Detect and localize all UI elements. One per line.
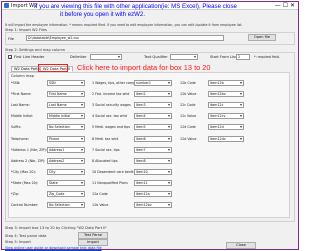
map-select[interactable]: First Name bbox=[47, 91, 85, 98]
map-select[interactable]: item8 bbox=[134, 157, 172, 164]
map-select[interactable]: item7 bbox=[134, 146, 172, 153]
import-w2-window: Import W2 — ☐ ✕ It will import the emplo… bbox=[1, 1, 299, 250]
annotation-tab-highlight bbox=[38, 64, 68, 72]
step4-label: Step 4: Test parse data bbox=[5, 234, 47, 238]
map-label: 12c Code bbox=[180, 103, 196, 108]
delimiter-select[interactable] bbox=[90, 54, 122, 60]
map-label: Last Name: bbox=[11, 103, 30, 108]
file-label: File bbox=[8, 37, 15, 41]
map-label: 8 Allocated tips bbox=[92, 158, 118, 163]
map-select[interactable]: item5 bbox=[134, 124, 172, 131]
map-label: 12d Value bbox=[180, 136, 197, 141]
map-select[interactable]: Address1 bbox=[47, 146, 85, 153]
map-label: 11 Nonqualified Plans bbox=[92, 180, 128, 185]
info-text: It will import the employee information.… bbox=[5, 23, 243, 27]
map-select[interactable]: item11 bbox=[134, 179, 172, 186]
map-select[interactable]: SSN bbox=[47, 80, 85, 86]
map-select[interactable]: item12bv bbox=[134, 202, 172, 209]
map-select[interactable]: Middle Initial bbox=[47, 113, 85, 120]
map-label: Telephone: bbox=[11, 136, 29, 141]
map-select[interactable]: item12cv bbox=[208, 113, 244, 120]
map-label: 5 Medi. wages and tips bbox=[92, 125, 130, 130]
map-select[interactable]: item6 bbox=[134, 135, 172, 142]
map-select[interactable]: item12a bbox=[134, 191, 172, 197]
annotation-click-hint: Click here to import data for box 13 to … bbox=[77, 63, 211, 72]
first-line-header-label: First Line Header bbox=[14, 55, 45, 59]
map-label: 4 Social sec. tax whd bbox=[92, 114, 127, 119]
delimiter-label: Delimiter bbox=[70, 55, 87, 59]
map-select[interactable]: item12dv bbox=[208, 135, 244, 142]
map-label: 7 Social sec. tips bbox=[92, 147, 120, 152]
user-guide-link[interactable]: View online user guide or download sampl… bbox=[5, 246, 102, 250]
map-select[interactable]: No Selection bbox=[47, 124, 85, 131]
map-select[interactable]: item10 bbox=[134, 168, 172, 175]
close-button[interactable]: Close bbox=[226, 242, 256, 249]
import-button[interactable]: Import bbox=[78, 239, 108, 246]
map-select[interactable]: Last Name bbox=[47, 102, 85, 109]
map-label: 12b Value bbox=[92, 203, 109, 208]
map-label: *City (Max 20): bbox=[11, 169, 36, 174]
step5-label: Step 5: Import bbox=[5, 240, 31, 244]
map-label: 12b Value bbox=[180, 92, 197, 97]
map-label: Control Number: bbox=[11, 203, 39, 208]
step3-label: Step 3: Import box 13 to 20 by Clicking … bbox=[5, 226, 108, 230]
map-label: *First Name: bbox=[11, 92, 32, 97]
window-controls[interactable]: — ☐ ✕ bbox=[275, 2, 295, 10]
map-label: 3 Social security wages bbox=[92, 103, 131, 108]
map-select[interactable]: State bbox=[47, 179, 85, 186]
map-label: 12a Code bbox=[92, 192, 108, 196]
map-select[interactable]: Zip_Code bbox=[47, 191, 85, 197]
map-select[interactable]: item12d bbox=[208, 124, 244, 131]
text-qualifier-select[interactable] bbox=[170, 54, 198, 60]
map-select[interactable]: item3 bbox=[134, 102, 172, 109]
map-select[interactable]: item4 bbox=[134, 113, 172, 120]
column-map-label: Column map bbox=[11, 74, 34, 78]
map-label: 12c Value bbox=[180, 114, 197, 119]
map-label: 12d Code bbox=[180, 125, 196, 130]
map-label: 6 Medi. tax whd bbox=[92, 136, 119, 141]
map-label: *State (Max 20): bbox=[11, 180, 39, 185]
map-select[interactable]: item12c bbox=[208, 102, 244, 109]
file-path-input[interactable]: D:\datatable\Employee_w2.csv bbox=[26, 35, 224, 41]
map-label: 10 Dependent care benft. bbox=[92, 169, 135, 174]
text-qualifier-label: Text Qualifier bbox=[144, 55, 168, 59]
map-label: Address 2 (Nbr, ZIP): bbox=[11, 158, 46, 163]
map-select[interactable]: Address2 bbox=[47, 157, 85, 164]
map-select[interactable]: number1 bbox=[134, 80, 172, 86]
map-label: *Zip: bbox=[11, 192, 20, 196]
open-file-button[interactable]: Open file bbox=[248, 34, 276, 41]
app-icon bbox=[4, 3, 9, 8]
annotation-close-file-line1: If you are viewing this file with other … bbox=[34, 3, 237, 10]
test-parse-button[interactable]: Test Parse bbox=[78, 232, 108, 239]
start-from-line-label: Start From Line bbox=[210, 55, 238, 59]
map-select[interactable]: Phone bbox=[47, 135, 85, 142]
first-line-header-checkbox[interactable]: ✓ bbox=[8, 55, 12, 60]
map-label: *Address 1 (Nbr, ZIP): bbox=[11, 147, 47, 152]
map-label: Middle Initial: bbox=[11, 114, 34, 119]
map-label: 12b Code bbox=[180, 81, 196, 85]
map-select[interactable]: item12b bbox=[208, 80, 244, 86]
map-select[interactable]: No Selection bbox=[47, 202, 85, 209]
map-label: *SSN: bbox=[11, 81, 21, 85]
map-select[interactable]: item2 bbox=[134, 91, 172, 98]
annotation-close-file-line2: it before you open it with ezW2. bbox=[60, 11, 146, 18]
map-label: Suffix: bbox=[11, 125, 22, 130]
map-label: 2 Fed. income tax whd bbox=[92, 92, 130, 97]
map-select[interactable]: City bbox=[47, 168, 85, 175]
map-select[interactable]: item12bv bbox=[208, 91, 244, 98]
start-from-line-input[interactable]: 2 bbox=[236, 54, 250, 60]
required-note: *: required field. bbox=[254, 55, 280, 59]
map-label: 1 Wages, tips, other comp. bbox=[92, 81, 137, 85]
